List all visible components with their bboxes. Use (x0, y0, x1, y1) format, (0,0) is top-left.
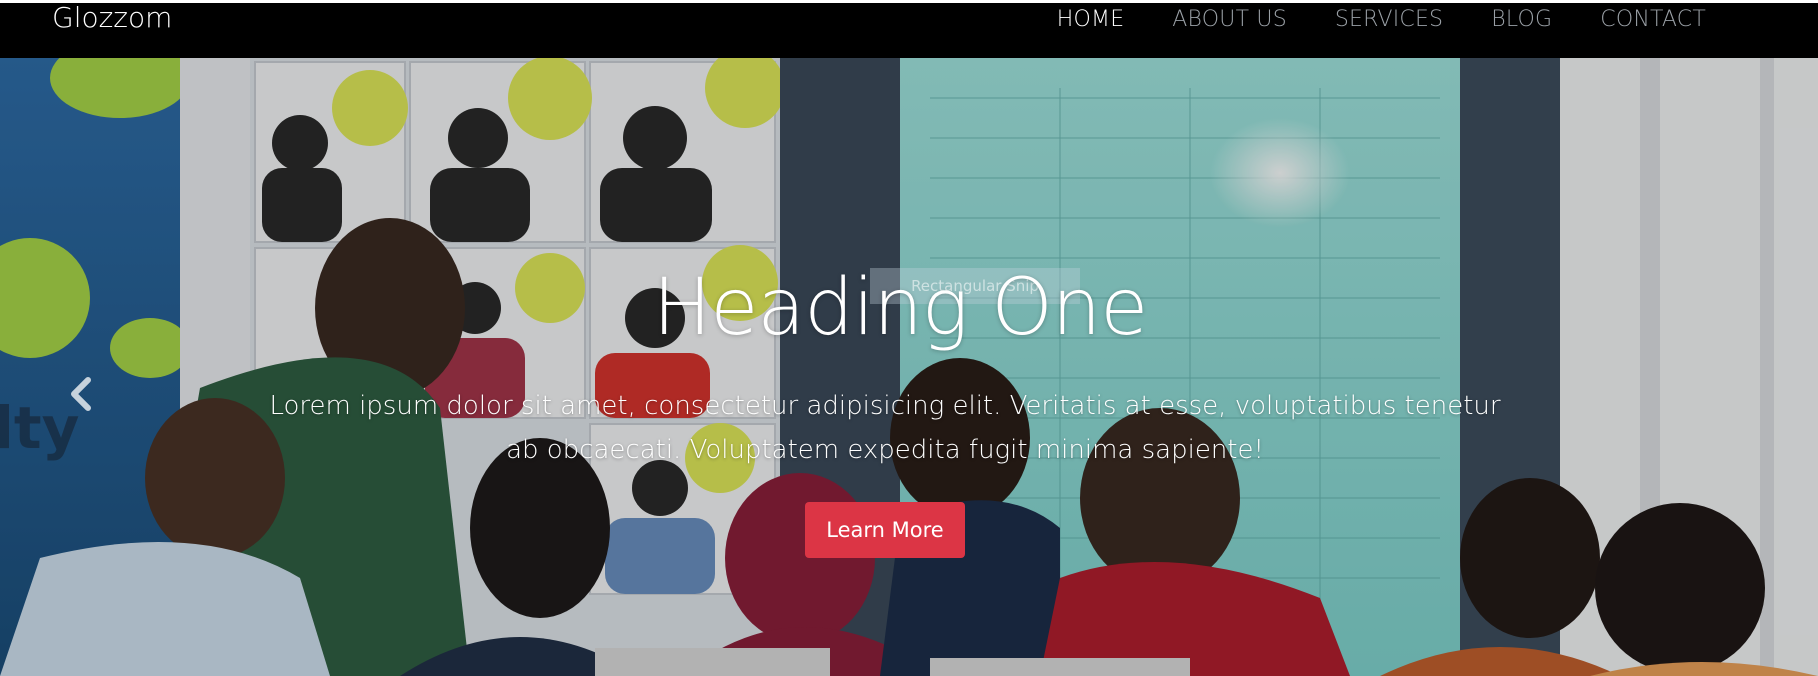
hero-lead-text: Lorem ipsum dolor sit amet, consectetur … (269, 391, 1501, 465)
nav-item-services[interactable]: SERVICES (1335, 5, 1443, 35)
hero-carousel: lty Rectangular Snip Heading One Lorem i… (0, 58, 1818, 676)
nav-item-blog[interactable]: BLOG (1491, 5, 1552, 35)
hero-heading: Heading One (652, 263, 1148, 353)
navbar: Glozzom HOME ABOUT US SERVICES BLOG CONT… (0, 0, 1818, 58)
brand-logo[interactable]: Glozzom (52, 3, 172, 33)
nav-item-about-us[interactable]: ABOUT US (1172, 5, 1287, 35)
learn-more-button[interactable]: Learn More (805, 502, 965, 558)
nav-item-home[interactable]: HOME (1057, 5, 1125, 35)
nav-item-contact[interactable]: CONTACT (1600, 5, 1706, 35)
carousel-caption: Rectangular Snip Heading One Lorem ipsum… (0, 58, 1818, 676)
main-nav: HOME ABOUT US SERVICES BLOG CONTACT (1009, 5, 1706, 35)
